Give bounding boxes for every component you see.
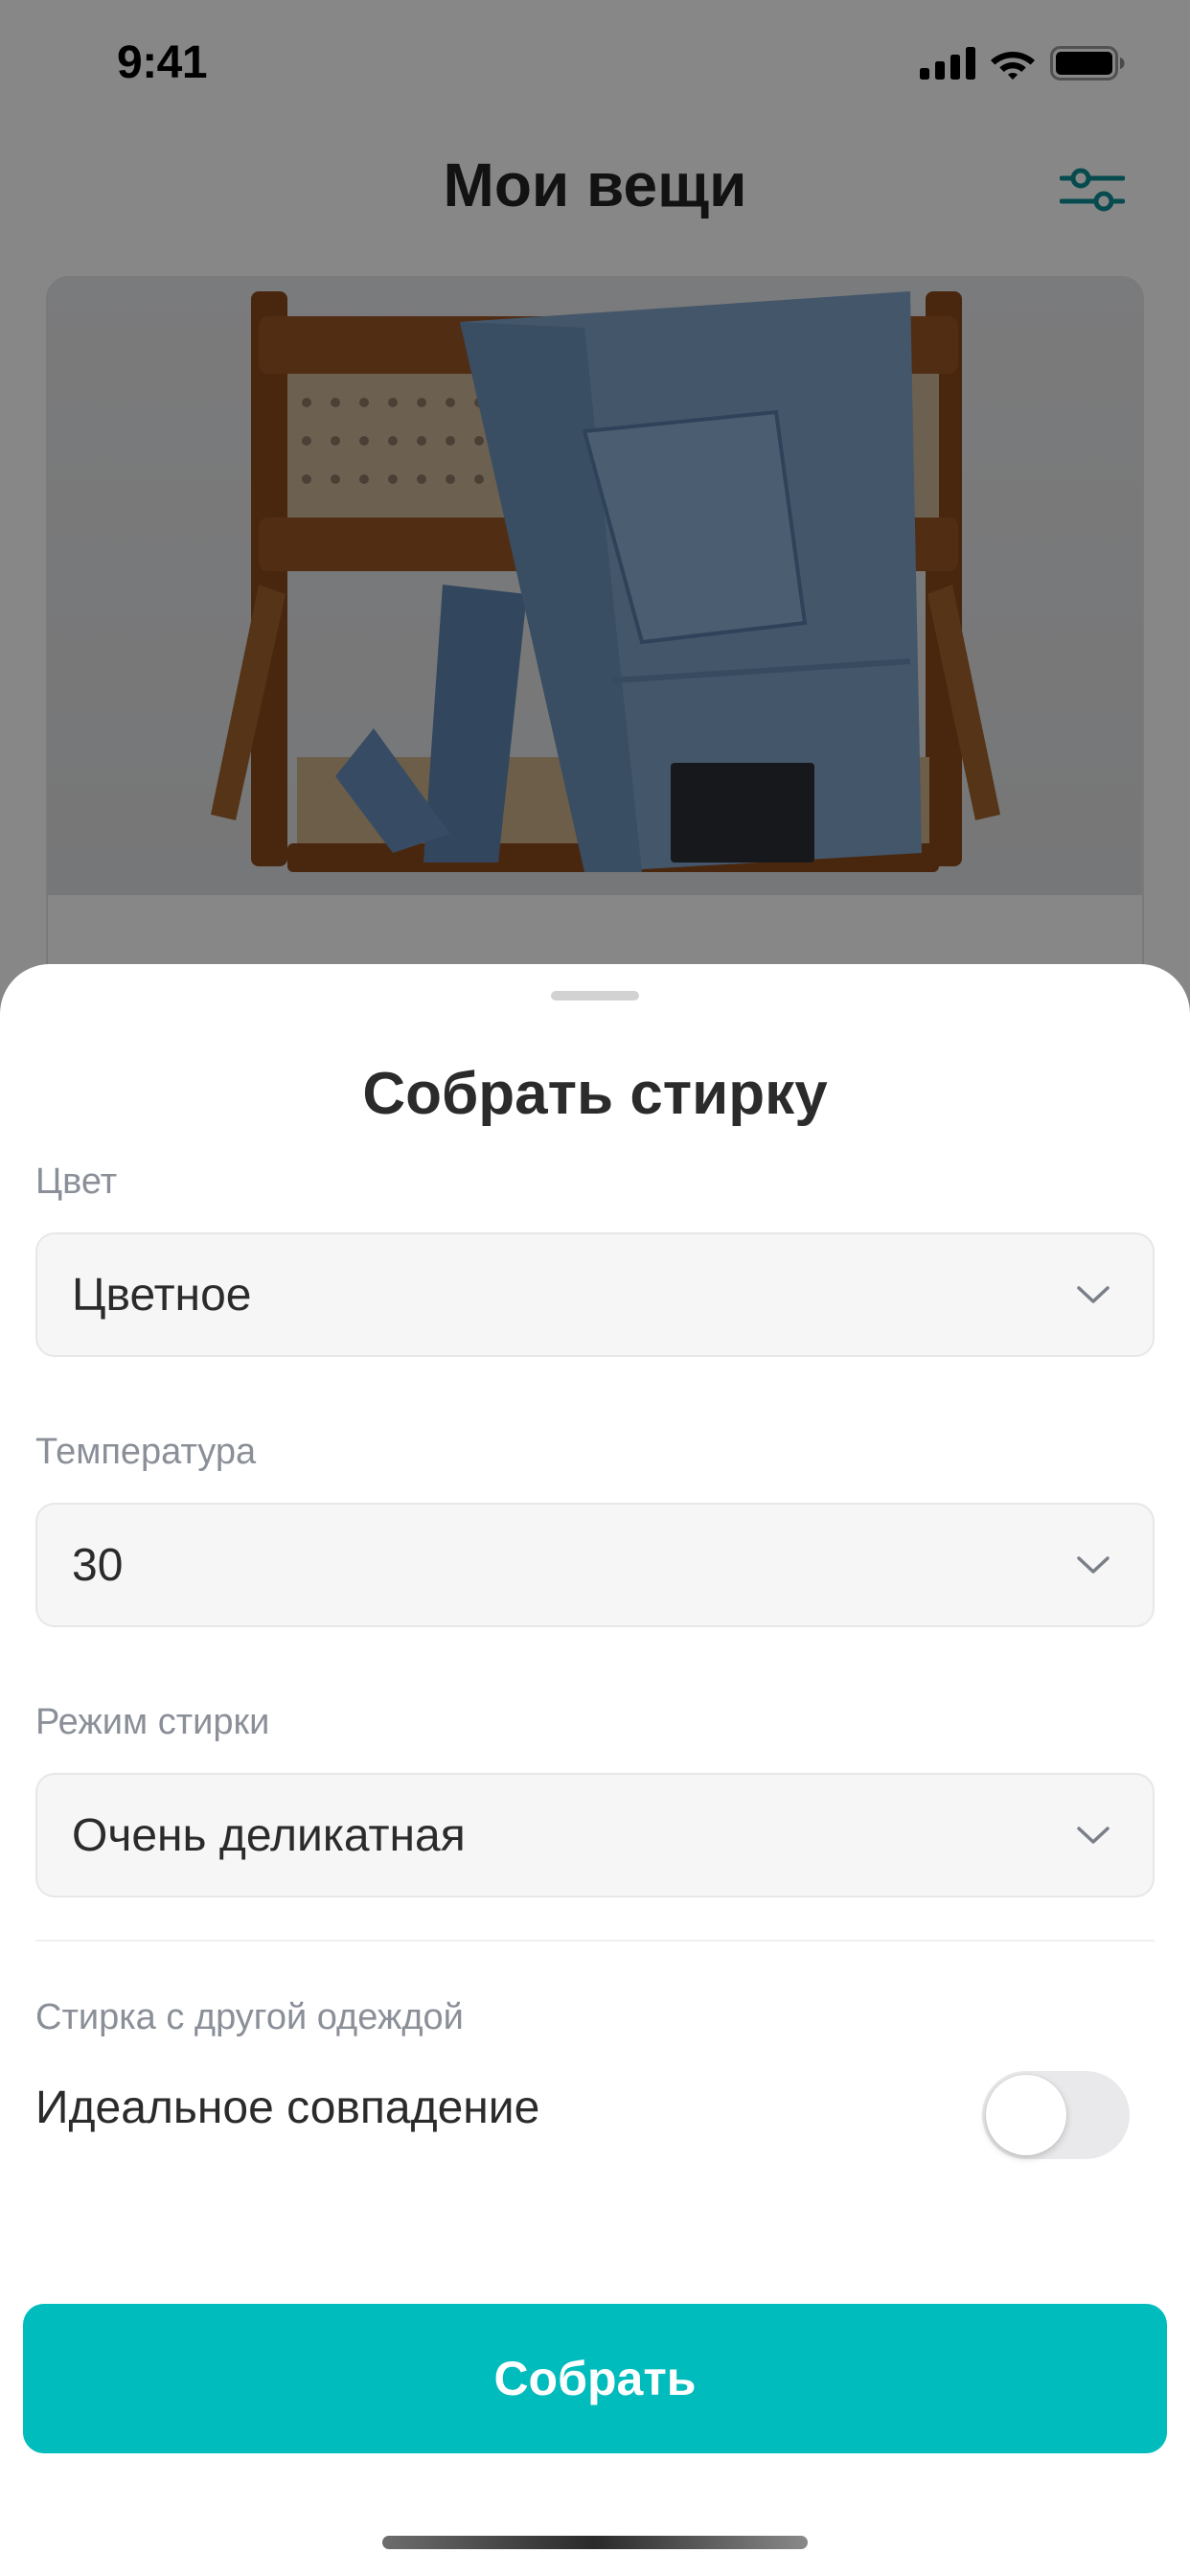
divider bbox=[35, 1940, 1155, 1942]
perfect-match-label: Идеальное совпадение bbox=[35, 2082, 540, 2133]
perfect-match-toggle[interactable] bbox=[982, 2071, 1130, 2159]
chevron-down-icon bbox=[1074, 1546, 1112, 1584]
color-value: Цветное bbox=[72, 1269, 252, 1321]
chevron-down-icon bbox=[1074, 1276, 1112, 1314]
collect-laundry-sheet: Собрать стирку Цвет Цветное Температура … bbox=[0, 964, 1190, 2576]
temperature-label: Температура bbox=[35, 1432, 257, 1472]
mix-wash-label: Стирка с другой одеждой bbox=[35, 1997, 464, 2037]
temperature-value: 30 bbox=[72, 1539, 124, 1591]
home-indicator bbox=[382, 2536, 808, 2549]
sheet-title: Собрать стирку bbox=[362, 1061, 828, 1127]
wash-mode-select[interactable]: Очень деликатная bbox=[35, 1773, 1155, 1898]
color-label: Цвет bbox=[35, 1162, 118, 1202]
wash-mode-label: Режим стирки bbox=[35, 1702, 270, 1742]
toggle-knob bbox=[986, 2075, 1066, 2155]
wash-mode-value: Очень деликатная bbox=[72, 1809, 466, 1861]
color-select[interactable]: Цветное bbox=[35, 1232, 1155, 1357]
sheet-grabber[interactable] bbox=[551, 991, 639, 1000]
temperature-select[interactable]: 30 bbox=[35, 1503, 1155, 1627]
collect-button[interactable]: Собрать bbox=[23, 2304, 1167, 2453]
chevron-down-icon bbox=[1074, 1816, 1112, 1854]
